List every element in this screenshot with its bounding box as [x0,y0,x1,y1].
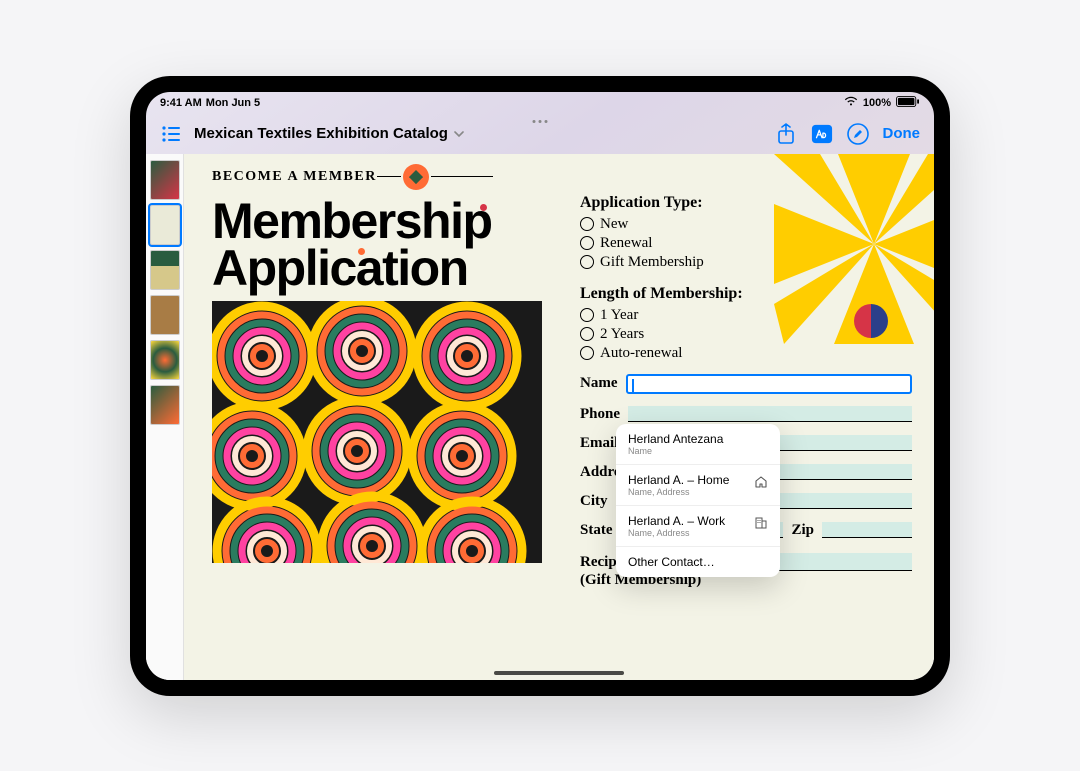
markup-icon[interactable] [811,123,833,145]
radio-2years[interactable]: 2 Years [580,326,912,343]
radio-new[interactable]: New [580,216,912,233]
radio-icon [580,236,594,250]
multitask-dots-icon[interactable] [533,120,548,123]
page-thumbnail[interactable] [150,250,180,290]
document-page[interactable]: BECOME A MEMBER Membership Application [184,154,934,680]
battery-percentage: 100% [863,97,891,109]
radio-auto[interactable]: Auto-renewal [580,345,912,362]
autofill-item-title: Herland A. – Home [628,473,729,487]
autofill-item-subtitle: Name, Address [628,487,729,497]
application-type-heading: Application Type: [580,194,912,212]
document-title-button[interactable]: Mexican Textiles Exhibition Catalog [194,125,472,143]
decorative-line [377,176,401,177]
status-bar: 9:41 AM Mon Jun 5 100% [146,92,934,114]
radio-icon [580,346,594,360]
sidebar-toggle-icon[interactable] [160,123,182,145]
status-time: 9:41 AM [160,97,202,109]
autofill-popover: Herland Antezana Name Herland A. – Home … [616,424,780,577]
radio-icon [580,308,594,322]
decorative-dot [480,204,487,211]
state-label: State [580,522,613,539]
wifi-icon [844,96,858,110]
title-line-2: Application [212,240,468,296]
name-label: Name [580,375,618,392]
building-icon [754,516,768,535]
edit-pen-icon[interactable] [847,123,869,145]
radio-gift[interactable]: Gift Membership [580,254,912,271]
home-indicator[interactable] [494,671,624,675]
page-thumbnail[interactable] [150,160,180,200]
decorative-line [431,176,493,177]
city-label: City [580,493,608,510]
page-thumbnail[interactable] [150,385,180,425]
radio-renewal[interactable]: Renewal [580,235,912,252]
ipad-screen: 9:41 AM Mon Jun 5 100% Mexican Textiles … [146,92,934,680]
autofill-item-title: Herland Antezana [628,432,723,446]
phone-label: Phone [580,406,620,423]
home-icon [754,475,768,494]
autofill-work-item[interactable]: Herland A. – Work Name, Address [616,506,780,547]
field-phone: Phone [580,406,912,423]
page-thumbnail-sidebar[interactable] [146,154,184,680]
share-icon[interactable] [775,123,797,145]
autofill-item-title: Herland A. – Work [628,514,725,528]
field-name: Name [580,374,912,394]
content-area: BECOME A MEMBER Membership Application [146,154,934,680]
email-label: Email [580,435,618,452]
autofill-other-contact[interactable]: Other Contact… [616,547,780,577]
document-title: Mexican Textiles Exhibition Catalog [194,125,448,142]
autofill-item-subtitle: Name [628,446,723,456]
radio-icon [580,327,594,341]
battery-icon [896,96,920,110]
page-thumbnail[interactable] [150,205,180,245]
radio-icon [580,217,594,231]
diamond-badge-icon [403,164,429,190]
decorative-textile-art [212,301,542,563]
page-thumbnail[interactable] [150,295,180,335]
radio-1year[interactable]: 1 Year [580,307,912,324]
zip-input[interactable] [822,522,912,538]
autofill-home-item[interactable]: Herland A. – Home Name, Address [616,465,780,506]
pretitle-label: BECOME A MEMBER [212,169,377,185]
radio-icon [580,255,594,269]
autofill-other-label: Other Contact… [628,555,715,569]
autofill-contact-item[interactable]: Herland Antezana Name [616,424,780,465]
page-thumbnail[interactable] [150,340,180,380]
phone-input[interactable] [628,406,912,422]
status-date: Mon Jun 5 [206,97,260,109]
autofill-item-subtitle: Name, Address [628,528,725,538]
zip-label: Zip [791,522,814,539]
decorative-dot [358,248,365,255]
ipad-device-frame: 9:41 AM Mon Jun 5 100% Mexican Textiles … [130,76,950,696]
done-button[interactable]: Done [883,125,921,142]
name-input[interactable] [626,374,913,394]
length-heading: Length of Membership: [580,285,912,303]
chevron-down-icon [454,125,464,143]
